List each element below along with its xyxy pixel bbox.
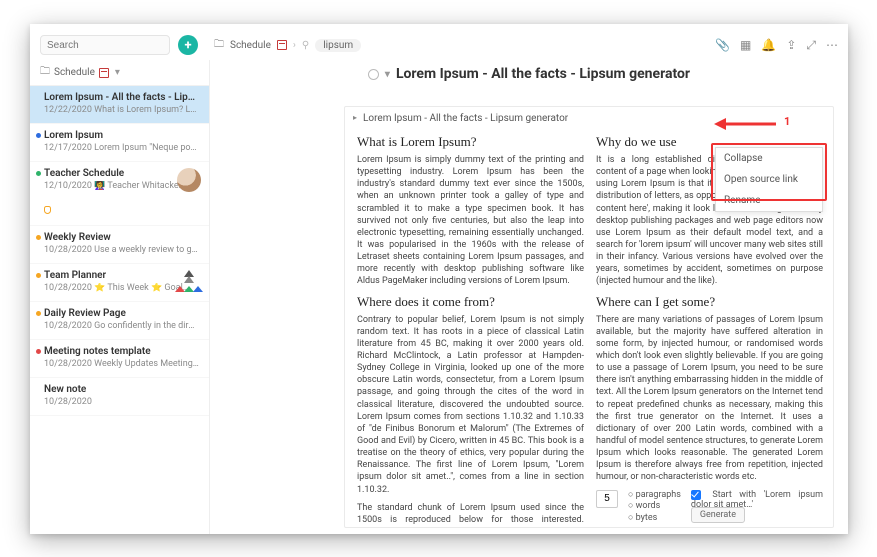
avatar — [177, 168, 201, 192]
generator-form: ○ paragraphs ○ words ○ bytes Start with … — [596, 490, 823, 525]
sidebar-item-title: Weekly Review — [44, 232, 199, 243]
more-icon[interactable]: ⋯ — [826, 38, 838, 52]
embed-card: Lorem Ipsum - All the facts - Lipsum gen… — [344, 106, 834, 528]
attach-icon[interactable]: 📎 — [715, 38, 730, 52]
sidebar-item-title: New note — [44, 384, 199, 395]
breadcrumb-root[interactable]: Schedule — [230, 40, 271, 51]
card-menu: Collapse Open source link Rename — [715, 147, 823, 212]
expand-icon[interactable]: ⤢ — [806, 38, 816, 53]
heading-what: What is Lorem Ipsum? — [357, 134, 584, 150]
sidebar-item[interactable]: Lorem Ipsum - All the facts - Lipsum gen… — [30, 86, 209, 124]
tag-icon: ⚲ — [302, 40, 309, 51]
sidebar-item[interactable]: Meeting notes template 10/28/2020 Weekly … — [30, 340, 209, 378]
menu-open-source-link[interactable]: Open source link — [716, 169, 822, 190]
radio-words[interactable]: ○ words — [628, 501, 681, 513]
color-dot-icon — [36, 311, 41, 316]
bullet-icon — [368, 69, 379, 80]
folder-icon: 🗀 — [214, 37, 224, 54]
count-input[interactable] — [596, 490, 618, 508]
chevron-down-icon: ▾ — [115, 67, 120, 78]
sidebar-item-sub: 10/28/2020 Use a weekly review to get ri… — [44, 245, 199, 255]
start-with-checkbox[interactable] — [691, 490, 701, 500]
radio-paragraphs[interactable]: ○ paragraphs — [628, 490, 681, 502]
add-button[interactable]: + — [178, 35, 198, 55]
sidebar-item[interactable]: Lorem Ipsum 12/17/2020 Lorem Ipsum "Neque… — [30, 124, 209, 162]
sidebar-item-title: Meeting notes template — [44, 346, 199, 357]
para: The standard chunk of Lorem Ipsum used s… — [357, 502, 584, 528]
calendar-icon — [277, 40, 287, 50]
page-title: Lorem Ipsum - All the facts - Lipsum gen… — [396, 66, 690, 82]
bell-icon — [44, 206, 51, 214]
breadcrumb: 🗀 Schedule › ⚲ lipsum — [214, 37, 361, 54]
para: There are many variations of passages of… — [596, 314, 823, 484]
sidebar-item-sub: 10/28/2020 Go confidently in the directi… — [44, 321, 199, 331]
search-input[interactable] — [40, 35, 170, 55]
heading-get-some: Where can I get some? — [596, 294, 823, 310]
menu-rename[interactable]: Rename — [716, 190, 822, 211]
sidebar-item[interactable]: Daily Review Page 10/28/2020 Go confident… — [30, 302, 209, 340]
calendar-icon — [99, 68, 109, 78]
sidebar-item-sub: 12/10/2020 👩‍🏫 Teacher Whitacker Ben… — [44, 181, 199, 191]
folder-icon: 🗀 — [40, 64, 50, 81]
card-title: Lorem Ipsum - All the facts - Lipsum gen… — [357, 113, 823, 124]
para: Contrary to popular belief, Lorem Ipsum … — [357, 314, 584, 496]
sidebar-item-title: Lorem Ipsum — [44, 130, 199, 141]
para: Lorem Ipsum is simply dummy text of the … — [357, 154, 584, 288]
collapse-caret-icon[interactable]: ▾ — [385, 69, 390, 80]
sidebar-item[interactable]: New note 10/28/2020 — [30, 378, 209, 416]
sidebar-item[interactable]: Teacher Schedule 12/10/2020 👩‍🏫 Teacher W… — [30, 162, 209, 226]
color-dot-icon — [36, 235, 41, 240]
sidebar-item-title: Lorem Ipsum - All the facts - Lipsum gen… — [44, 92, 199, 103]
sidebar-heading-label: Schedule — [54, 67, 95, 78]
sidebar-item-sub: 12/17/2020 Lorem Ipsum "Neque porro quis… — [44, 143, 199, 153]
menu-collapse[interactable]: Collapse — [716, 148, 822, 169]
color-dot-icon — [36, 349, 41, 354]
share-icon[interactable]: ⇪ — [786, 38, 796, 52]
generate-button[interactable]: Generate — [691, 507, 745, 523]
chevron-right-icon: › — [293, 40, 296, 51]
color-dot-icon — [36, 273, 41, 278]
sidebar-item-title: Teacher Schedule — [44, 168, 199, 179]
grid-icon[interactable]: ▦ — [740, 38, 751, 52]
sidebar-item[interactable]: Weekly Review 10/28/2020 Use a weekly rev… — [30, 226, 209, 264]
radio-bytes[interactable]: ○ bytes — [628, 513, 681, 525]
heading-where-from: Where does it come from? — [357, 294, 584, 310]
sidebar-heading[interactable]: 🗀 Schedule ▾ — [30, 60, 209, 86]
sidebar-item-sub: 12/22/2020 What is Lorem Ipsum? Lorem Ip… — [44, 105, 199, 115]
sidebar-item-title: Daily Review Page — [44, 308, 199, 319]
color-dot-icon — [36, 171, 41, 176]
sidebar-item-sub: 10/28/2020 — [44, 397, 199, 407]
bell-icon[interactable]: 🔔 — [761, 38, 776, 52]
goal-icons — [175, 270, 203, 298]
color-dot-icon — [36, 133, 41, 138]
sidebar-item-sub: 10/28/2020 Weekly Updates Meeting Date: … — [44, 359, 199, 369]
sidebar-item[interactable]: Team Planner10/28/2020 ⭐ This Week ⭐ Goa… — [30, 264, 209, 302]
breadcrumb-tag[interactable]: lipsum — [315, 39, 361, 52]
